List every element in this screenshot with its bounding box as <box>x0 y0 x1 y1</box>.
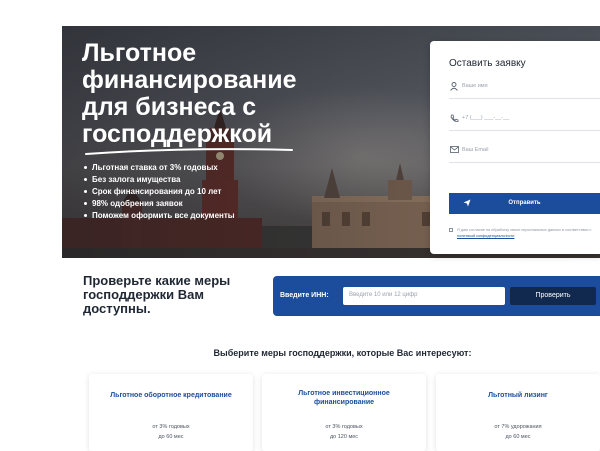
user-icon <box>449 82 459 92</box>
benefit-item: Срок финансирования до 10 лет <box>84 186 235 198</box>
name-placeholder: Ваше имя <box>462 83 488 89</box>
measure-card-leasing[interactable]: Льготный лизинг от 7% удорожания до 60 м… <box>436 374 600 451</box>
measures-heading: Выберите меры господдержки, которые Вас … <box>213 348 472 358</box>
privacy-policy-link[interactable]: политикой конфиденциальности <box>457 234 514 238</box>
benefit-item: Льготная ставка от 3% годовых <box>84 162 235 174</box>
hero-title-line: финансирование <box>82 66 297 94</box>
measure-card-rate: от 3% годовых <box>325 424 363 430</box>
hero-title-line: Льготное <box>82 39 197 67</box>
name-field[interactable]: Ваше имя <box>449 77 600 99</box>
phone-placeholder: +7 (___) ___-__-__ <box>462 115 510 121</box>
measure-card-title: Льготное оборотное кредитование <box>110 392 232 399</box>
benefit-item: Без залога имущества <box>84 174 235 186</box>
submit-button[interactable]: Отправить <box>449 193 600 214</box>
benefits-list: Льготная ставка от 3% годовых Без залога… <box>84 162 235 222</box>
measure-card-working-capital[interactable]: Льготное оборотное кредитование от 3% го… <box>89 374 253 451</box>
measure-card-rate: от 7% удорожания <box>494 424 542 430</box>
check-inn-label: Проверить <box>535 292 571 299</box>
email-icon <box>449 146 459 156</box>
measure-card-rate: от 3% годовых <box>152 424 190 430</box>
inn-check-bar: Введите ИНН: Введите 10 или 12 цифр Пров… <box>273 276 600 316</box>
phone-field[interactable]: +7 (___) ___-__-__ <box>449 109 600 131</box>
measure-card-title: Льготный лизинг <box>488 392 548 399</box>
application-form: Оставить заявку Ваше имя +7 (___) ___-__… <box>430 41 600 254</box>
consent-text: Я даю согласие на обработку своих персон… <box>457 228 592 232</box>
consent-block: Я даю согласие на обработку своих персон… <box>449 227 594 239</box>
inn-placeholder: Введите 10 или 12 цифр <box>349 292 418 298</box>
benefit-item: Поможем оформить все документы <box>84 210 235 222</box>
hero-title-line: для бизнеса с <box>82 93 257 121</box>
email-placeholder: Ваш Email <box>462 147 489 153</box>
check-inn-button[interactable]: Проверить <box>510 287 596 305</box>
measure-card-title: Льготное инвестиционное финансирование <box>298 390 390 406</box>
landing-page: Льготное финансирование для бизнеса с го… <box>0 0 600 451</box>
email-field[interactable]: Ваш Email <box>449 141 600 163</box>
form-title: Оставить заявку <box>449 58 526 69</box>
benefit-item: 98% одобрения заявок <box>84 198 235 210</box>
measure-card-term: до 120 мес <box>329 434 359 440</box>
measure-card-investment[interactable]: Льготное инвестиционное финансирование о… <box>262 374 426 451</box>
inn-label: Введите ИНН: <box>280 292 329 299</box>
submit-label: Отправить <box>508 200 541 206</box>
measure-card-term: до 60 мес <box>505 434 531 440</box>
measure-card-term: до 60 мес <box>158 434 184 440</box>
title-underline-decoration <box>85 148 293 155</box>
hero-title-line: господдержкой <box>82 120 273 148</box>
hero-title: Льготное финансирование для бизнеса с го… <box>82 40 342 148</box>
inn-input[interactable]: Введите 10 или 12 цифр <box>343 287 505 305</box>
inn-check-heading: Проверьте какие меры господдержки Вам до… <box>83 273 231 316</box>
phone-icon <box>449 114 459 124</box>
consent-checkbox[interactable] <box>449 228 453 232</box>
